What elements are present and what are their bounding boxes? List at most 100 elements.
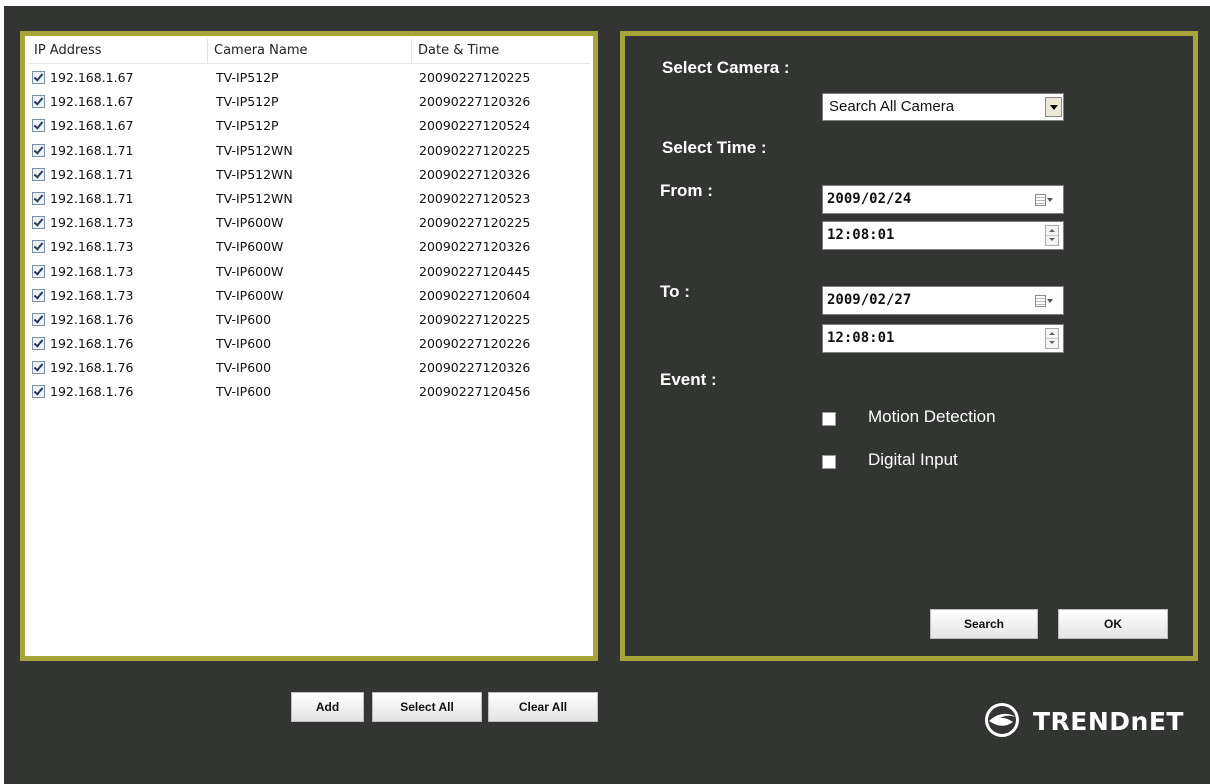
row-ip-address: 192.168.1.76	[50, 384, 134, 400]
spin-up-icon[interactable]	[1046, 329, 1058, 339]
app-window: IP Address Camera Name Date & Time 192.1…	[4, 6, 1210, 784]
table-row[interactable]: 192.168.1.76 TV-IP600 20090227120225	[28, 309, 590, 333]
select-all-button[interactable]: Select All	[372, 692, 482, 722]
row-ip-address: 192.168.1.67	[50, 94, 134, 110]
row-ip-address: 192.168.1.73	[50, 263, 134, 279]
column-header-ip-address[interactable]: IP Address	[28, 39, 208, 63]
add-button[interactable]: Add	[291, 692, 364, 722]
from-date-picker[interactable]: 2009/02/24	[822, 185, 1064, 214]
row-camera-name: TV-IP600	[216, 311, 272, 327]
table-row[interactable]: 192.168.1.73 TV-IP600W 20090227120326	[28, 236, 590, 260]
table-row[interactable]: 192.168.1.76 TV-IP600 20090227120456	[28, 381, 590, 405]
row-camera-name: TV-IP600W	[216, 263, 284, 279]
time-spinner[interactable]	[1045, 225, 1059, 246]
digital-input-label: Digital Input	[868, 450, 958, 469]
row-camera-name: TV-IP512P	[216, 70, 279, 85]
calendar-dropdown-icon[interactable]	[1035, 194, 1055, 206]
row-camera-name: TV-IP600	[216, 384, 272, 400]
row-date-time: 20090227120226	[419, 336, 531, 352]
recording-list: IP Address Camera Name Date & Time 192.1…	[28, 39, 590, 653]
list-rows: 192.168.1.67 TV-IP512P 20090227120225 192.1…	[28, 67, 590, 406]
from-time-field[interactable]: 12:08:01	[822, 221, 1064, 250]
row-ip-address: 192.168.1.67	[50, 70, 134, 85]
event-label: Event :	[660, 370, 717, 389]
to-time-value: 12:08:01	[827, 330, 895, 346]
table-row[interactable]: 192.168.1.76 TV-IP600 20090227120226	[28, 333, 590, 357]
row-date-time: 20090227120225	[419, 70, 531, 85]
digital-input-checkbox[interactable]	[822, 455, 836, 469]
row-ip-address: 192.168.1.73	[50, 215, 134, 231]
recording-list-panel: IP Address Camera Name Date & Time 192.1…	[20, 31, 598, 661]
row-camera-name: TV-IP512P	[216, 118, 279, 134]
from-label: From :	[660, 181, 713, 200]
table-row[interactable]: 192.168.1.71 TV-IP512WN 20090227120523	[28, 188, 590, 212]
trendnet-logo: TRENDnET	[980, 700, 1184, 740]
camera-select[interactable]: Search All Camera	[822, 93, 1064, 121]
table-row[interactable]: 192.168.1.73 TV-IP600W 20090227120604	[28, 285, 590, 309]
table-row[interactable]: 192.168.1.67 TV-IP512P 20090227120524	[28, 115, 590, 139]
row-ip-address: 192.168.1.67	[50, 118, 134, 134]
chevron-down-icon[interactable]	[1045, 97, 1062, 117]
row-ip-address: 192.168.1.71	[50, 190, 134, 206]
search-panel: Select Camera : Search All Camera Select…	[620, 31, 1198, 661]
row-ip-address: 192.168.1.73	[50, 287, 134, 303]
spin-down-icon[interactable]	[1046, 339, 1058, 348]
from-time-value: 12:08:01	[827, 227, 895, 243]
row-date-time: 20090227120225	[419, 142, 531, 158]
row-camera-name: TV-IP512P	[216, 94, 279, 110]
table-row[interactable]: 192.168.1.71 TV-IP512WN 20090227120326	[28, 164, 590, 188]
select-time-label: Select Time :	[662, 138, 767, 157]
spin-up-icon[interactable]	[1046, 226, 1058, 236]
row-checkbox[interactable]	[32, 143, 45, 157]
row-checkbox[interactable]	[32, 191, 45, 205]
row-checkbox[interactable]	[32, 288, 45, 302]
column-header-camera-name[interactable]: Camera Name	[208, 39, 412, 63]
clear-all-button[interactable]: Clear All	[488, 692, 598, 722]
to-label: To :	[660, 282, 690, 301]
row-checkbox[interactable]	[32, 264, 45, 278]
ok-button[interactable]: OK	[1058, 609, 1168, 639]
table-row[interactable]: 192.168.1.67 TV-IP512P 20090227120225	[28, 67, 590, 91]
row-ip-address: 192.168.1.73	[50, 239, 134, 255]
row-checkbox[interactable]	[32, 312, 45, 326]
row-camera-name: TV-IP600	[216, 360, 272, 376]
row-camera-name: TV-IP600W	[216, 239, 284, 255]
row-date-time: 20090227120225	[419, 311, 531, 327]
table-row[interactable]: 192.168.1.71 TV-IP512WN 20090227120225	[28, 140, 590, 164]
row-camera-name: TV-IP512WN	[216, 190, 293, 206]
row-camera-name: TV-IP600W	[216, 215, 284, 231]
row-checkbox[interactable]	[32, 167, 45, 181]
row-checkbox[interactable]	[32, 361, 45, 375]
row-date-time: 20090227120326	[419, 94, 531, 110]
logo-text: TRENDnET	[1033, 707, 1184, 736]
table-row[interactable]: 192.168.1.67 TV-IP512P 20090227120326	[28, 91, 590, 115]
row-checkbox[interactable]	[32, 119, 45, 133]
row-checkbox[interactable]	[32, 337, 45, 351]
calendar-dropdown-icon[interactable]	[1035, 295, 1055, 307]
row-ip-address: 192.168.1.71	[50, 142, 134, 158]
row-camera-name: TV-IP512WN	[216, 142, 293, 158]
row-date-time: 20090227120326	[419, 360, 531, 376]
search-button[interactable]: Search	[930, 609, 1038, 639]
table-row[interactable]: 192.168.1.76 TV-IP600 20090227120326	[28, 357, 590, 381]
row-ip-address: 192.168.1.71	[50, 166, 134, 182]
motion-detection-checkbox[interactable]	[822, 412, 836, 426]
table-row[interactable]: 192.168.1.73 TV-IP600W 20090227120445	[28, 261, 590, 285]
to-date-picker[interactable]: 2009/02/27	[822, 286, 1064, 315]
select-camera-label: Select Camera :	[662, 58, 790, 77]
row-checkbox[interactable]	[32, 240, 45, 254]
row-camera-name: TV-IP600	[216, 336, 272, 352]
row-checkbox[interactable]	[32, 385, 45, 399]
spin-down-icon[interactable]	[1046, 236, 1058, 245]
row-checkbox[interactable]	[32, 216, 45, 230]
row-ip-address: 192.168.1.76	[50, 336, 134, 352]
to-time-field[interactable]: 12:08:01	[822, 324, 1064, 353]
row-camera-name: TV-IP512WN	[216, 166, 293, 182]
list-header: IP Address Camera Name Date & Time	[28, 39, 590, 64]
row-checkbox[interactable]	[32, 95, 45, 109]
to-date-value: 2009/02/27	[827, 292, 912, 308]
table-row[interactable]: 192.168.1.73 TV-IP600W 20090227120225	[28, 212, 590, 236]
time-spinner[interactable]	[1045, 328, 1059, 349]
column-header-date-time[interactable]: Date & Time	[412, 39, 592, 63]
row-checkbox[interactable]	[32, 71, 45, 84]
